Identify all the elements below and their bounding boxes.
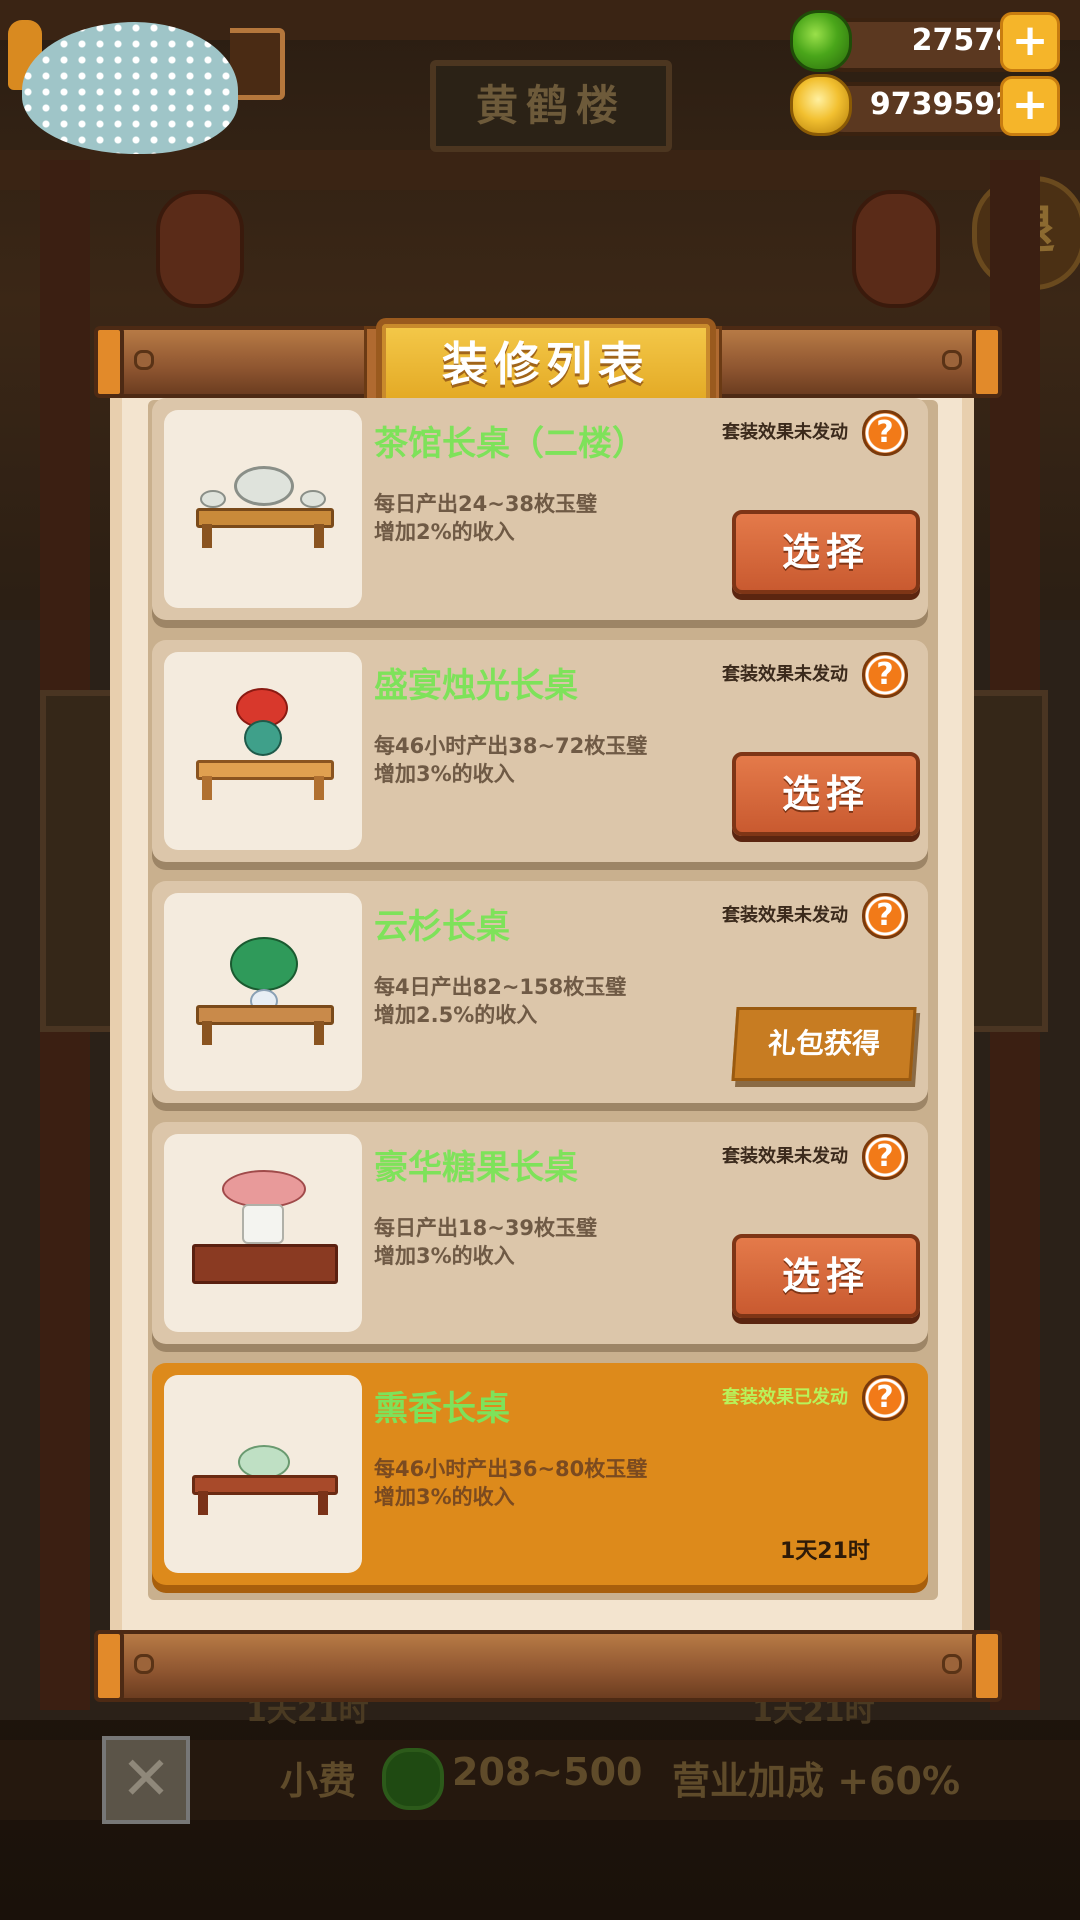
table-leg-shape bbox=[314, 524, 324, 548]
item-output: 每46小时产出36~80枚玉璧 bbox=[374, 1457, 648, 1481]
tip-range: 208~500 bbox=[452, 1750, 643, 1794]
modal-title: 装修列表 bbox=[442, 337, 650, 391]
coin-icon bbox=[790, 74, 852, 136]
roof-beam bbox=[0, 150, 1080, 190]
help-icon[interactable]: ? bbox=[862, 1375, 908, 1421]
item-output: 每日产出24~38枚玉璧 bbox=[374, 492, 598, 516]
rod-cap bbox=[972, 1630, 1002, 1702]
item-output: 每日产出18~39枚玉璧 bbox=[374, 1216, 598, 1240]
help-icon[interactable]: ? bbox=[862, 410, 908, 456]
add-jade-button[interactable]: + bbox=[1000, 12, 1060, 72]
scroll-bottom-rod bbox=[94, 1630, 1002, 1702]
gift-pack-label: 礼包获得 bbox=[731, 1007, 917, 1081]
incense-table-icon bbox=[164, 1375, 362, 1573]
jade-icon bbox=[790, 10, 852, 72]
select-button[interactable]: 选择 bbox=[732, 752, 920, 836]
rod-cap bbox=[94, 1630, 124, 1702]
item-income: 增加2.5%的收入 bbox=[374, 1003, 538, 1027]
close-icon[interactable]: ✕ bbox=[102, 1736, 190, 1824]
rod-cap bbox=[94, 326, 124, 398]
table-leg-shape bbox=[314, 1021, 324, 1045]
table-leg-shape bbox=[318, 1491, 328, 1515]
decoration-card[interactable]: 盛宴烛光长桌 每46小时产出38~72枚玉璧 增加3%的收入 套装效果未发动 ?… bbox=[152, 640, 928, 862]
set-effect-status: 套装效果未发动 bbox=[722, 1146, 848, 1167]
jade-icon bbox=[382, 1748, 444, 1810]
item-name: 熏香长桌 bbox=[374, 1389, 510, 1429]
censer-shape bbox=[238, 1445, 290, 1479]
jade-counter: 27579 + bbox=[790, 10, 1060, 72]
calligraphy-scroll bbox=[966, 690, 1048, 1032]
item-output: 每46小时产出38~72枚玉璧 bbox=[374, 734, 648, 758]
decoration-card-active[interactable]: 熏香长桌 每46小时产出36~80枚玉璧 增加3%的收入 套装效果已发动 ? 1… bbox=[152, 1363, 928, 1585]
add-coin-button[interactable]: + bbox=[1000, 76, 1060, 136]
lantern-icon bbox=[852, 190, 940, 308]
item-output: 每4日产出82~158枚玉璧 bbox=[374, 975, 627, 999]
select-button[interactable]: 选择 bbox=[732, 510, 920, 594]
item-name: 盛宴烛光长桌 bbox=[374, 666, 578, 706]
avatar-redaction bbox=[22, 22, 238, 154]
item-income: 增加3%的收入 bbox=[374, 1485, 515, 1509]
candle-table-icon bbox=[164, 652, 362, 850]
spruce-table-icon bbox=[164, 893, 362, 1091]
table-leg-shape bbox=[202, 524, 212, 548]
teapot-shape bbox=[234, 466, 294, 506]
glass-shape bbox=[242, 1204, 284, 1244]
tip-label: 小费 bbox=[280, 1759, 357, 1803]
decoration-card[interactable]: 云杉长桌 每4日产出82~158枚玉璧 增加2.5%的收入 套装效果未发动 ? … bbox=[152, 881, 928, 1103]
table-leg-shape bbox=[314, 776, 324, 800]
coin-amount: 9739592 bbox=[869, 87, 1016, 122]
select-button[interactable]: 选择 bbox=[732, 1234, 920, 1318]
item-name: 豪华糖果长桌 bbox=[374, 1148, 578, 1188]
holly-shape bbox=[230, 937, 298, 991]
table-top-shape bbox=[192, 1475, 338, 1495]
rod-cap bbox=[972, 326, 1002, 398]
teacup-shape bbox=[300, 490, 326, 508]
set-effect-status: 套装效果未发动 bbox=[722, 422, 848, 443]
help-icon[interactable]: ? bbox=[862, 652, 908, 698]
lantern-icon bbox=[156, 190, 244, 308]
table-leg-shape bbox=[202, 776, 212, 800]
item-income: 增加3%的收入 bbox=[374, 762, 515, 786]
item-income: 增加2%的收入 bbox=[374, 520, 515, 544]
item-name: 茶馆长桌（二楼） bbox=[374, 424, 646, 464]
decoration-card[interactable]: 茶馆长桌（二楼） 每日产出24~38枚玉璧 增加2%的收入 套装效果未发动 ? … bbox=[152, 398, 928, 620]
set-effect-status: 套装效果未发动 bbox=[722, 905, 848, 926]
table-leg-shape bbox=[198, 1491, 208, 1515]
vase-shape bbox=[244, 720, 282, 756]
tea-table-icon bbox=[164, 410, 362, 608]
decoration-card[interactable]: 豪华糖果长桌 每日产出18~39枚玉璧 增加3%的收入 套装效果未发动 ? 选择 bbox=[152, 1122, 928, 1344]
building-sign: 黄鹤楼 bbox=[430, 60, 672, 152]
table-top-shape bbox=[192, 1244, 338, 1284]
help-icon[interactable]: ? bbox=[862, 893, 908, 939]
candy-table-icon bbox=[164, 1134, 362, 1332]
remaining-time: 1天21时 bbox=[780, 1539, 870, 1564]
coin-counter: 9739592 + bbox=[790, 74, 1060, 136]
item-name: 云杉长桌 bbox=[374, 907, 510, 947]
item-income: 增加3%的收入 bbox=[374, 1244, 515, 1268]
candy-shape bbox=[222, 1170, 306, 1208]
teacup-shape bbox=[200, 490, 226, 508]
avatar-frame bbox=[230, 28, 285, 100]
help-icon[interactable]: ? bbox=[862, 1134, 908, 1180]
table-leg-shape bbox=[202, 1021, 212, 1045]
set-effect-status: 套装效果未发动 bbox=[722, 664, 848, 685]
business-bonus: 营业加成 +60% bbox=[672, 1759, 961, 1803]
set-effect-status: 套装效果已发动 bbox=[722, 1387, 848, 1408]
